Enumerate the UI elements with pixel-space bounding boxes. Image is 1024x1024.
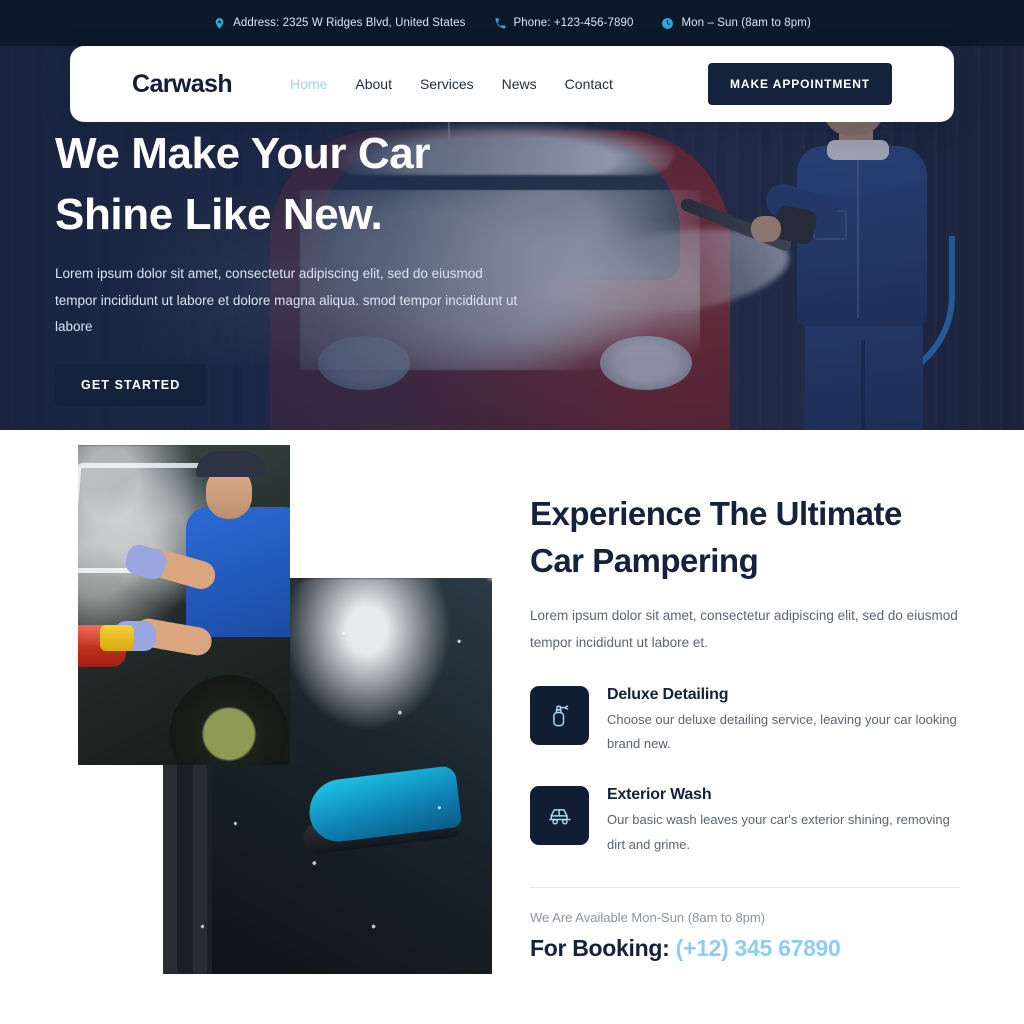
feature-deluxe-title: Deluxe Detailing [607,686,729,704]
topbar-address: Address: 2325 W Ridges Blvd, United Stat… [213,17,465,30]
hero-paragraph: Lorem ipsum dolor sit amet, consectetur … [55,266,518,335]
nav-link-contact[interactable]: Contact [565,76,613,92]
location-pin-icon [213,17,226,30]
feature-exterior-desc: Our basic wash leaves your car's exterio… [607,812,950,852]
about-title-line2: Car Pampering [530,542,759,580]
nav-links: Home About Services News Contact [290,76,613,92]
booking-line: For Booking: (+12) 345 67890 [530,935,960,962]
brand-logo[interactable]: Carwash [132,70,233,99]
navbar: Carwash Home About Services News Contact… [70,46,954,122]
hero-title-line2: Shine Like New. [55,189,383,239]
hero-title-line1: We Make Your Car [55,129,431,178]
photo1-person-cap [196,451,266,477]
feature-exterior-wash: Exterior Wash Our basic wash leaves your… [530,786,960,856]
phone-icon [494,17,507,30]
about-photo-collage [0,430,512,974]
feature-exterior-title: Exterior Wash [607,786,712,804]
topbar-hours: Mon – Sun (8am to 8pm) [661,17,811,30]
get-started-button[interactable]: GET STARTED [55,364,207,407]
about-title-line1: Experience The Ultimate [530,495,902,532]
clock-icon [661,17,674,30]
feature-deluxe-text: Deluxe Detailing Choose our deluxe detai… [607,686,960,756]
hero-title: We Make Your Car Shine Like New. [55,124,560,245]
topbar-hours-text: Mon – Sun (8am to 8pm) [681,17,811,29]
booking-label: For Booking: [530,934,670,961]
top-info-bar: Address: 2325 W Ridges Blvd, United Stat… [0,0,1024,46]
availability-text: We Are Available Mon-Sun (8am to 8pm) [530,909,766,925]
about-paragraph: Lorem ipsum dolor sit amet, consectetur … [530,608,958,651]
feature-deluxe-detailing: Deluxe Detailing Choose our deluxe detai… [530,686,960,756]
nav-link-about[interactable]: About [355,76,392,92]
photo1-yellow-sponge [100,625,134,651]
about-section: Experience The Ultimate Car Pampering Lo… [0,430,1024,974]
spray-bottle-icon [530,686,589,746]
topbar-phone-text: Phone: +123-456-7890 [513,17,634,29]
feature-exterior-text: Exterior Wash Our basic wash leaves your… [607,786,960,856]
booking-divider [530,886,960,888]
feature-deluxe-desc: Choose our deluxe detailing service, lea… [607,712,957,752]
about-title: Experience The Ultimate Car Pampering [530,490,960,584]
navbar-wrapper: Carwash Home About Services News Contact… [70,46,954,122]
booking-phone-number[interactable]: (+12) 345 67890 [676,935,841,961]
topbar-address-text: Address: 2325 W Ridges Blvd, United Stat… [233,17,466,29]
make-appointment-button[interactable]: MAKE APPOINTMENT [708,63,892,105]
nav-link-news[interactable]: News [502,76,537,92]
photo-worker-sponging-car [78,445,290,765]
nav-link-services[interactable]: Services [420,76,474,92]
about-content: Experience The Ultimate Car Pampering Lo… [530,430,960,962]
nav-link-home[interactable]: Home [290,76,327,92]
topbar-phone: Phone: +123-456-7890 [494,17,634,30]
car-icon [530,786,589,846]
